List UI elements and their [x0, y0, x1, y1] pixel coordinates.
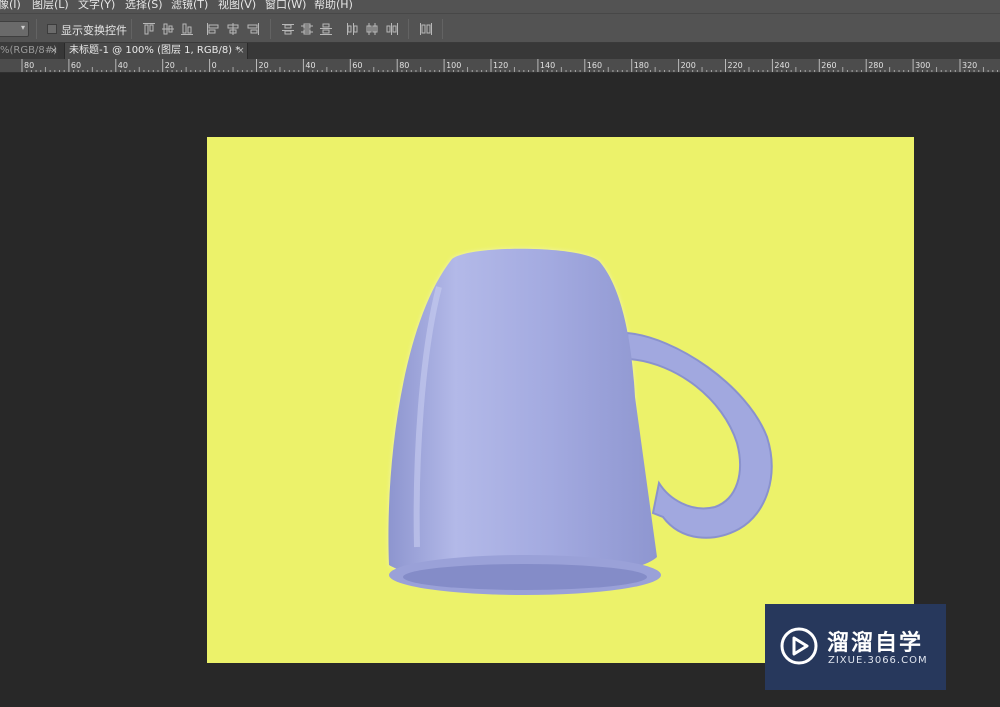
close-icon[interactable]: × [237, 43, 245, 59]
ruler-label: 120 [493, 61, 508, 70]
menu-window[interactable]: 窗口(W) [265, 0, 306, 12]
mug-image [388, 248, 773, 595]
ruler-label: 300 [915, 61, 930, 70]
workspace: 溜溜自学 ZIXUE.3066.COM [0, 73, 1000, 707]
distribute-bottom-icon[interactable] [319, 22, 333, 36]
distribute-vertical-centers-icon[interactable] [300, 22, 314, 36]
align-left-edges-icon[interactable] [206, 22, 220, 36]
tab-document-untitled[interactable]: 未标题-1 @ 100% (图层 1, RGB/8) * × [64, 43, 248, 59]
ruler-label: 80 [399, 61, 409, 70]
distribute-right-icon[interactable] [385, 22, 399, 36]
options-bar: ▾ 显示变换控件 [0, 13, 1000, 43]
chevron-down-icon: ▾ [20, 23, 25, 32]
document-canvas[interactable] [207, 137, 914, 663]
distribute-left-icon[interactable] [345, 22, 359, 36]
watermark-title: 溜溜自学 [827, 631, 924, 656]
photoshop-window: 像(I) 图层(L) 文字(Y) 选择(S) 滤镜(T) 视图(V) 窗口(W)… [0, 0, 1000, 707]
ruler-label: 0 [212, 61, 217, 70]
menu-help[interactable]: 帮助(H) [314, 0, 353, 12]
menu-layer[interactable]: 图层(L) [32, 0, 69, 12]
ruler-label: 140 [540, 61, 555, 70]
ruler-ticks: 80 60 40 20 0 20 40 60 80 100 120 140 160 180 200 220 24… [21, 59, 999, 72]
menu-image[interactable]: 像(I) [0, 0, 21, 12]
ruler-label: 180 [634, 61, 649, 70]
tab-label: 未标题-1 @ 100% (图层 1, RGB/8) * [69, 45, 241, 56]
divider [442, 19, 443, 39]
ruler-label: 60 [71, 61, 81, 70]
align-horizontal-centers-icon[interactable] [226, 22, 240, 36]
auto-align-icon[interactable] [419, 22, 433, 36]
ruler-label: 280 [868, 61, 883, 70]
ruler-label: 60 [352, 61, 362, 70]
menu-select[interactable]: 选择(S) [125, 0, 163, 12]
horizontal-ruler[interactable]: 80 60 40 20 0 20 40 60 80 100 120 140 160 180 200 220 24… [0, 59, 1000, 73]
divider [36, 19, 37, 39]
align-bottom-edges-icon[interactable] [180, 22, 194, 36]
distribute-top-icon[interactable] [281, 22, 295, 36]
ruler-label: 80 [24, 61, 34, 70]
show-transform-controls-checkbox[interactable] [47, 24, 57, 34]
play-logo-icon [780, 627, 818, 665]
ruler-label: 200 [681, 61, 696, 70]
watermark-url: ZIXUE.3066.COM [828, 655, 928, 666]
ruler-label: 100 [446, 61, 461, 70]
tab-label: %(RGB/8#) [0, 45, 57, 56]
distribute-horizontal-centers-icon[interactable] [365, 22, 379, 36]
auto-select-dropdown[interactable]: ▾ [0, 21, 29, 37]
divider [131, 19, 132, 39]
divider [270, 19, 271, 39]
document-tab-bar: %(RGB/8#) × 未标题-1 @ 100% (图层 1, RGB/8) *… [0, 43, 1000, 59]
ruler-label: 20 [259, 61, 269, 70]
watermark-badge: 溜溜自学 ZIXUE.3066.COM [765, 604, 946, 690]
ruler-label: 320 [962, 61, 977, 70]
ruler-label: 20 [165, 61, 175, 70]
tab-document-other[interactable]: %(RGB/8#) × [0, 43, 58, 59]
ruler-label: 220 [728, 61, 743, 70]
ruler-label: 240 [774, 61, 789, 70]
ruler-label: 40 [305, 61, 315, 70]
show-transform-controls-label: 显示变换控件 [61, 24, 127, 37]
ruler-label: 160 [587, 61, 602, 70]
ruler-label: 40 [118, 61, 128, 70]
align-vertical-centers-icon[interactable] [161, 22, 175, 36]
divider [408, 19, 409, 39]
align-right-edges-icon[interactable] [246, 22, 260, 36]
menu-type[interactable]: 文字(Y) [78, 0, 115, 12]
menu-view[interactable]: 视图(V) [218, 0, 256, 12]
ruler-label: 260 [821, 61, 836, 70]
menu-filter[interactable]: 滤镜(T) [171, 0, 208, 12]
align-top-edges-icon[interactable] [142, 22, 156, 36]
close-icon[interactable]: × [50, 43, 58, 59]
menu-bar: 像(I) 图层(L) 文字(Y) 选择(S) 滤镜(T) 视图(V) 窗口(W)… [0, 0, 1000, 13]
